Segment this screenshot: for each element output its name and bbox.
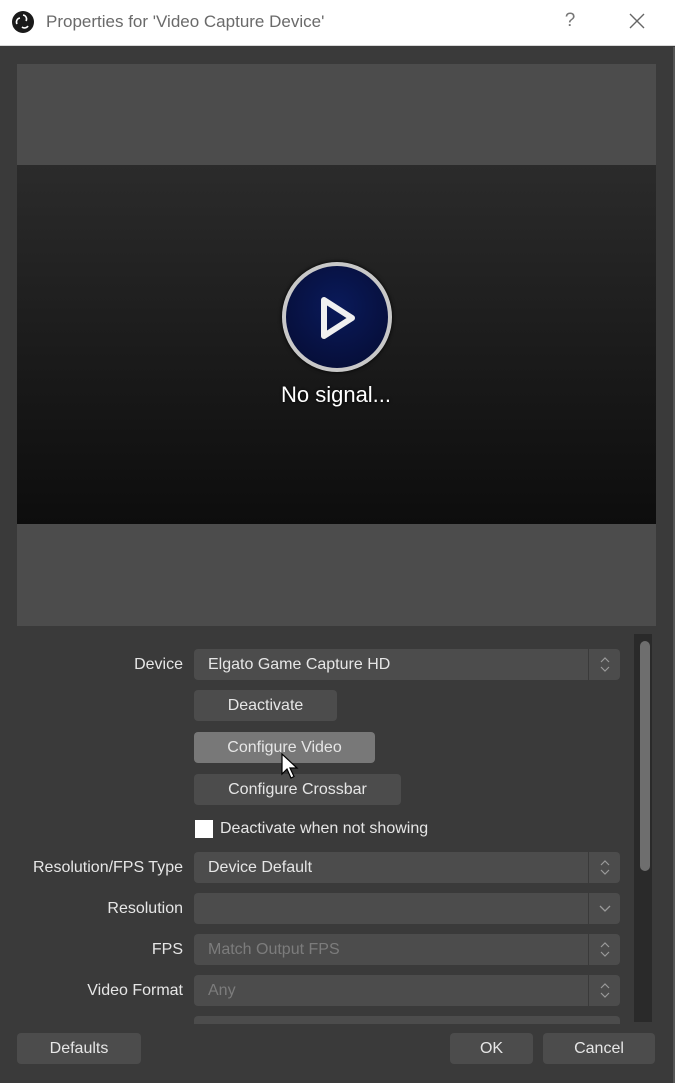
resolution-fps-type-select[interactable]: Device Default [194,852,620,883]
scrollbar-thumb[interactable] [639,640,651,872]
resolution-label: Resolution [107,900,183,917]
updown-icon [588,975,620,1006]
resolution-fps-type-value: Device Default [208,859,313,876]
video-format-value: Any [208,982,236,999]
resolution-fps-type-label: Resolution/FPS Type [32,859,183,876]
device-value: Elgato Game Capture HD [208,656,391,673]
deactivate-when-not-showing-checkbox[interactable] [195,820,213,838]
updown-icon [588,852,620,883]
no-signal-badge [282,262,392,372]
obs-logo-icon [12,11,34,33]
deactivate-button[interactable]: Deactivate [194,690,337,721]
window-title: Properties for 'Video Capture Device' [46,12,325,31]
updown-icon [588,649,620,680]
fps-label: FPS [151,941,183,958]
play-icon [321,297,355,339]
title-bar: Properties for 'Video Capture Device' ? [0,0,675,46]
resolution-select[interactable] [194,893,620,924]
video-format-select[interactable]: Any [194,975,620,1006]
next-property-select[interactable] [194,1016,620,1024]
help-button[interactable]: ? [560,10,580,32]
deactivate-when-not-showing-label[interactable]: Deactivate when not showing [220,820,428,838]
fps-value: Match Output FPS [208,941,340,958]
close-icon[interactable] [624,8,650,34]
no-signal-text: No signal... [280,382,392,407]
chevron-down-icon [588,893,620,924]
fps-select[interactable]: Match Output FPS [194,934,620,965]
cancel-button[interactable]: Cancel [543,1033,655,1064]
defaults-button[interactable]: Defaults [17,1033,141,1064]
device-label: Device [134,656,183,673]
device-select[interactable]: Elgato Game Capture HD [194,649,620,680]
ok-button[interactable]: OK [450,1033,533,1064]
video-format-label: Video Format [87,982,183,999]
updown-icon [588,934,620,965]
mouse-cursor-icon [281,753,299,779]
